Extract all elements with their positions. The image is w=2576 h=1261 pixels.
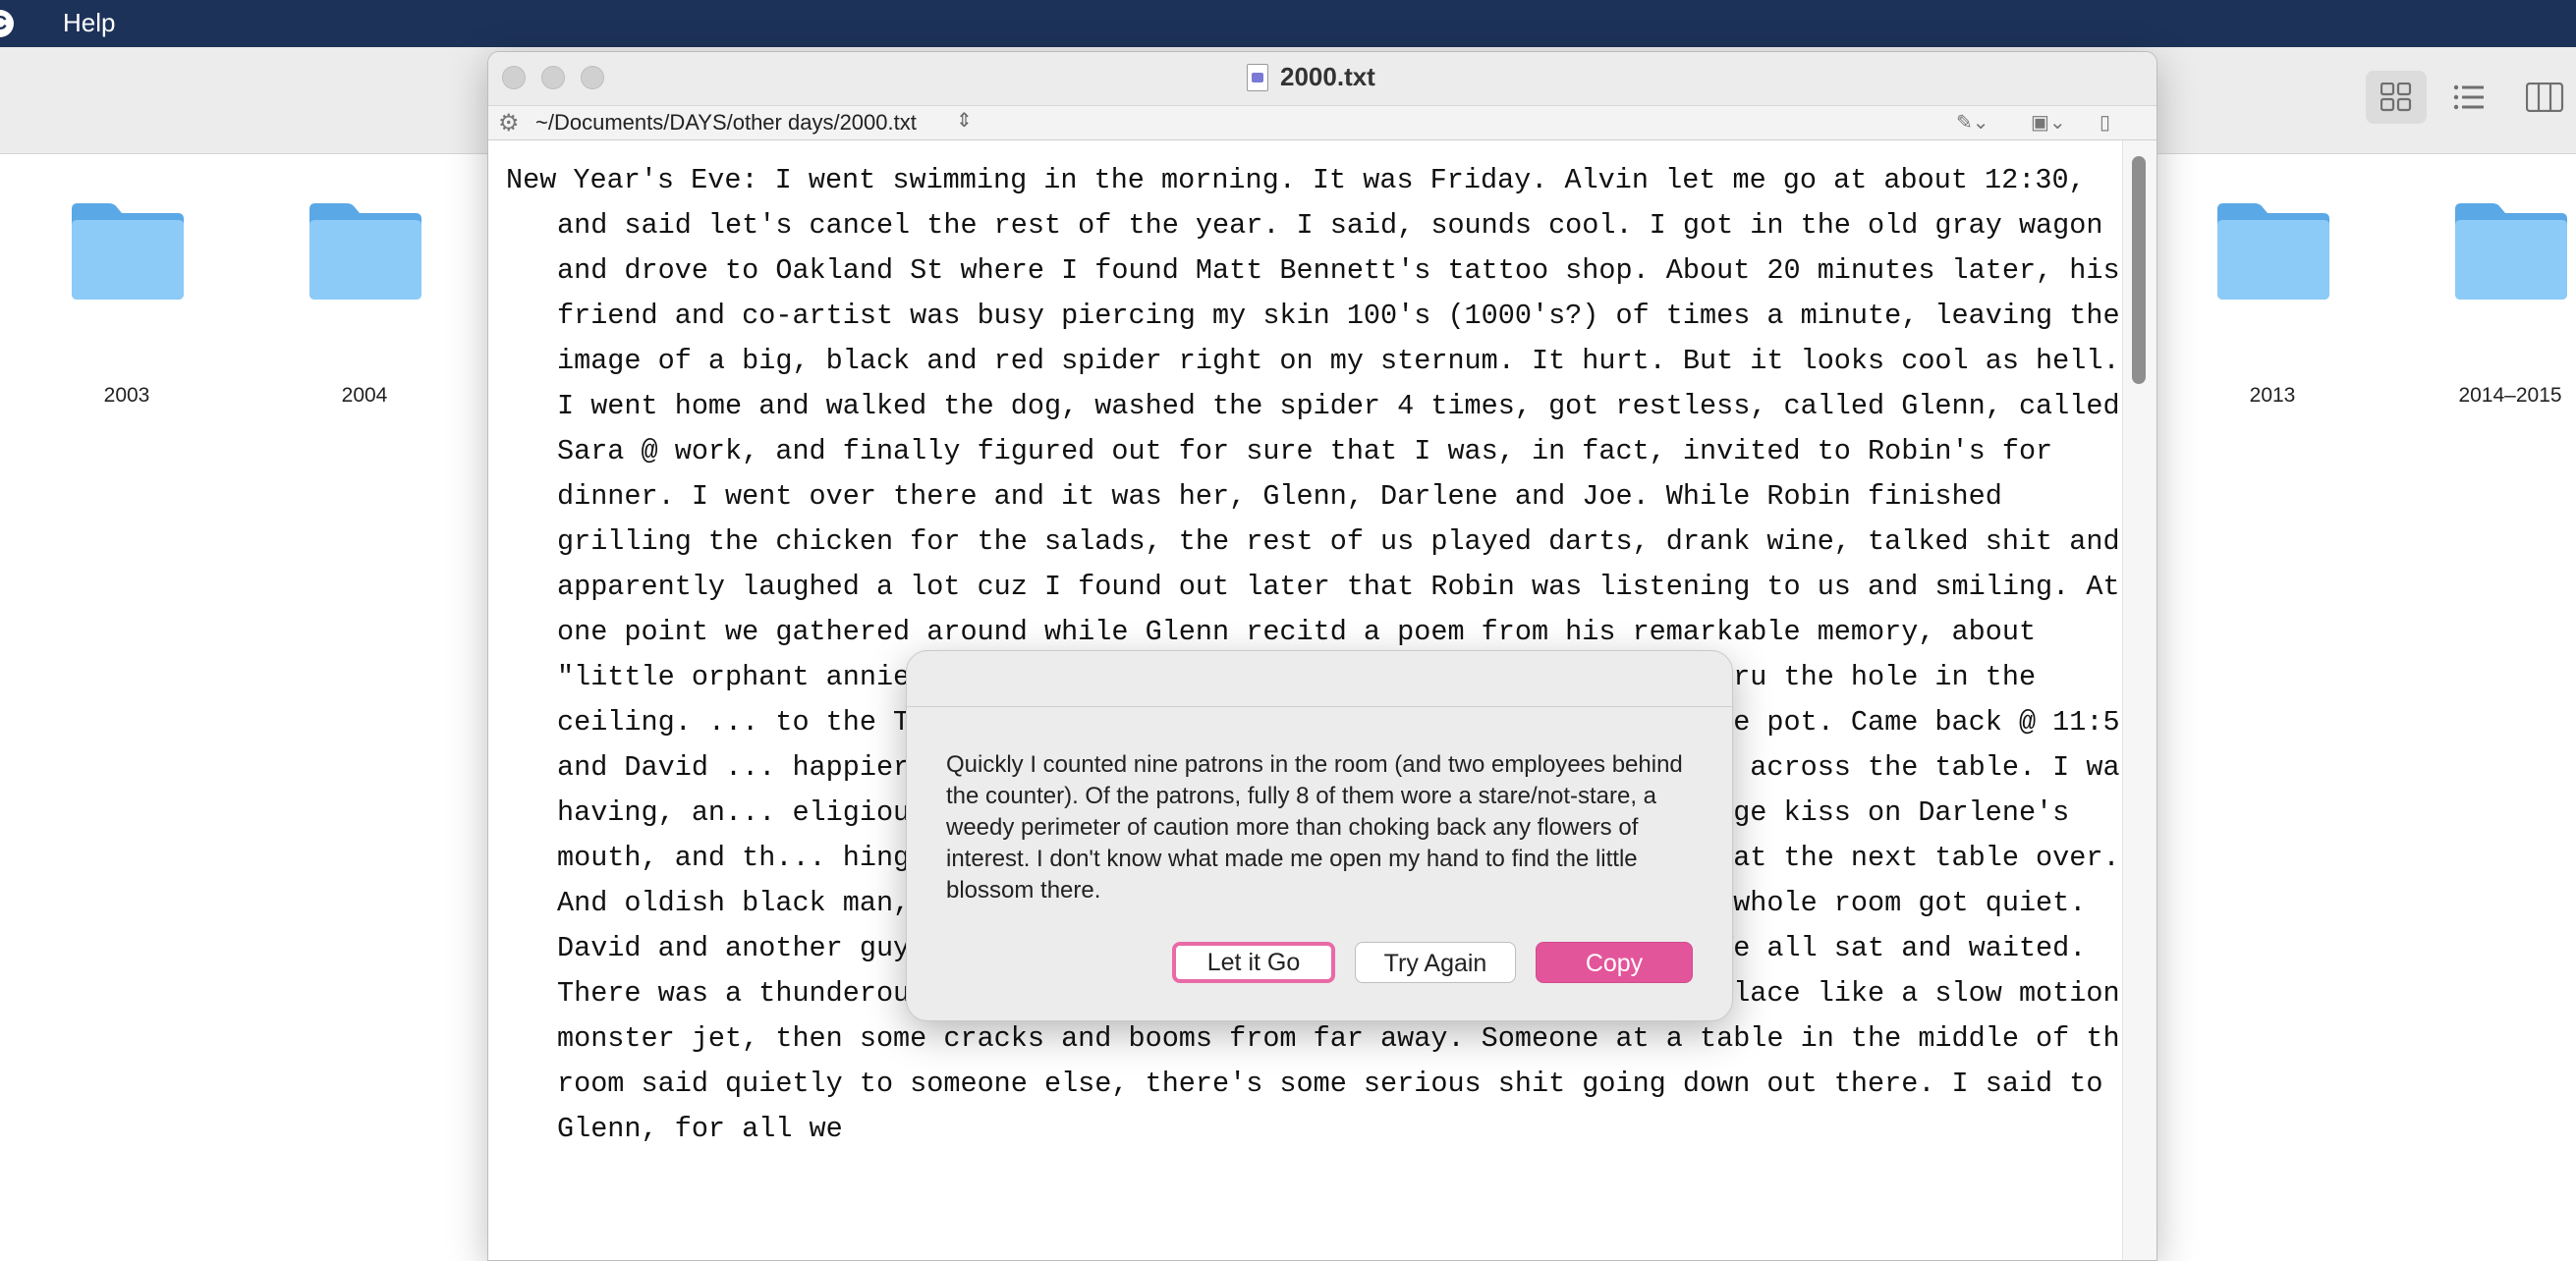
folder-label: 2003 bbox=[103, 384, 150, 407]
path-bar: ⚙ ~/Documents/DAYS/other days/2000.txt ⇕… bbox=[488, 105, 2156, 140]
title-bar: 2000.txt bbox=[488, 52, 2156, 105]
zoom-button[interactable] bbox=[581, 66, 604, 89]
scrollbar-thumb[interactable] bbox=[2132, 156, 2146, 384]
folder-icon bbox=[2455, 203, 2567, 300]
list-view-button[interactable] bbox=[2438, 71, 2499, 124]
window-title: 2000.txt bbox=[1280, 62, 1375, 91]
pen-icon[interactable]: ✎⌄ bbox=[1956, 110, 1989, 135]
folder-label: 2014–2015 bbox=[2458, 384, 2562, 407]
gear-icon[interactable]: ⚙ bbox=[498, 109, 520, 137]
file-path[interactable]: ~/Documents/DAYS/other days/2000.txt bbox=[535, 110, 917, 136]
minimize-button[interactable] bbox=[541, 66, 565, 89]
grid-view-icon bbox=[2380, 82, 2412, 112]
folder-2004[interactable]: 2004 bbox=[266, 199, 463, 407]
folder-icon bbox=[309, 203, 421, 300]
column-view-icon bbox=[2526, 82, 2564, 112]
copy-button[interactable]: Copy bbox=[1536, 942, 1693, 983]
folder-2003[interactable]: 2003 bbox=[28, 199, 225, 407]
vertical-scrollbar[interactable] bbox=[2122, 140, 2156, 1260]
try-again-button[interactable]: Try Again bbox=[1355, 942, 1516, 983]
folder-icon bbox=[72, 203, 184, 300]
close-button[interactable] bbox=[502, 66, 526, 89]
dialog-divider bbox=[907, 706, 1732, 707]
folder-2014-2015[interactable]: 2014–2015 bbox=[2412, 199, 2576, 407]
menu-help[interactable]: Help bbox=[63, 8, 115, 38]
bookmark-icon[interactable]: ▣⌄ bbox=[2031, 110, 2066, 135]
dialog-message: Quickly I counted nine patrons in the ro… bbox=[946, 751, 1683, 904]
path-chevron-icon[interactable]: ⇕ bbox=[956, 108, 973, 133]
document-icon[interactable]: ▯ bbox=[2100, 110, 2110, 135]
text-document-icon bbox=[1247, 64, 1268, 91]
folder-icon bbox=[2217, 203, 2329, 300]
column-view-button[interactable] bbox=[2511, 71, 2570, 124]
folder-label: 2004 bbox=[341, 384, 388, 407]
let-it-go-button[interactable]: Let it Go bbox=[1172, 942, 1335, 983]
folder-label: 2013 bbox=[2249, 384, 2296, 407]
menu-bar: C Help bbox=[0, 0, 2576, 47]
app-logo-icon[interactable]: C bbox=[0, 10, 14, 37]
grid-view-button[interactable] bbox=[2366, 71, 2427, 124]
folder-2013[interactable]: 2013 bbox=[2174, 199, 2371, 407]
alert-dialog: Quickly I counted nine patrons in the ro… bbox=[906, 650, 1733, 1021]
list-view-icon bbox=[2453, 84, 2484, 110]
